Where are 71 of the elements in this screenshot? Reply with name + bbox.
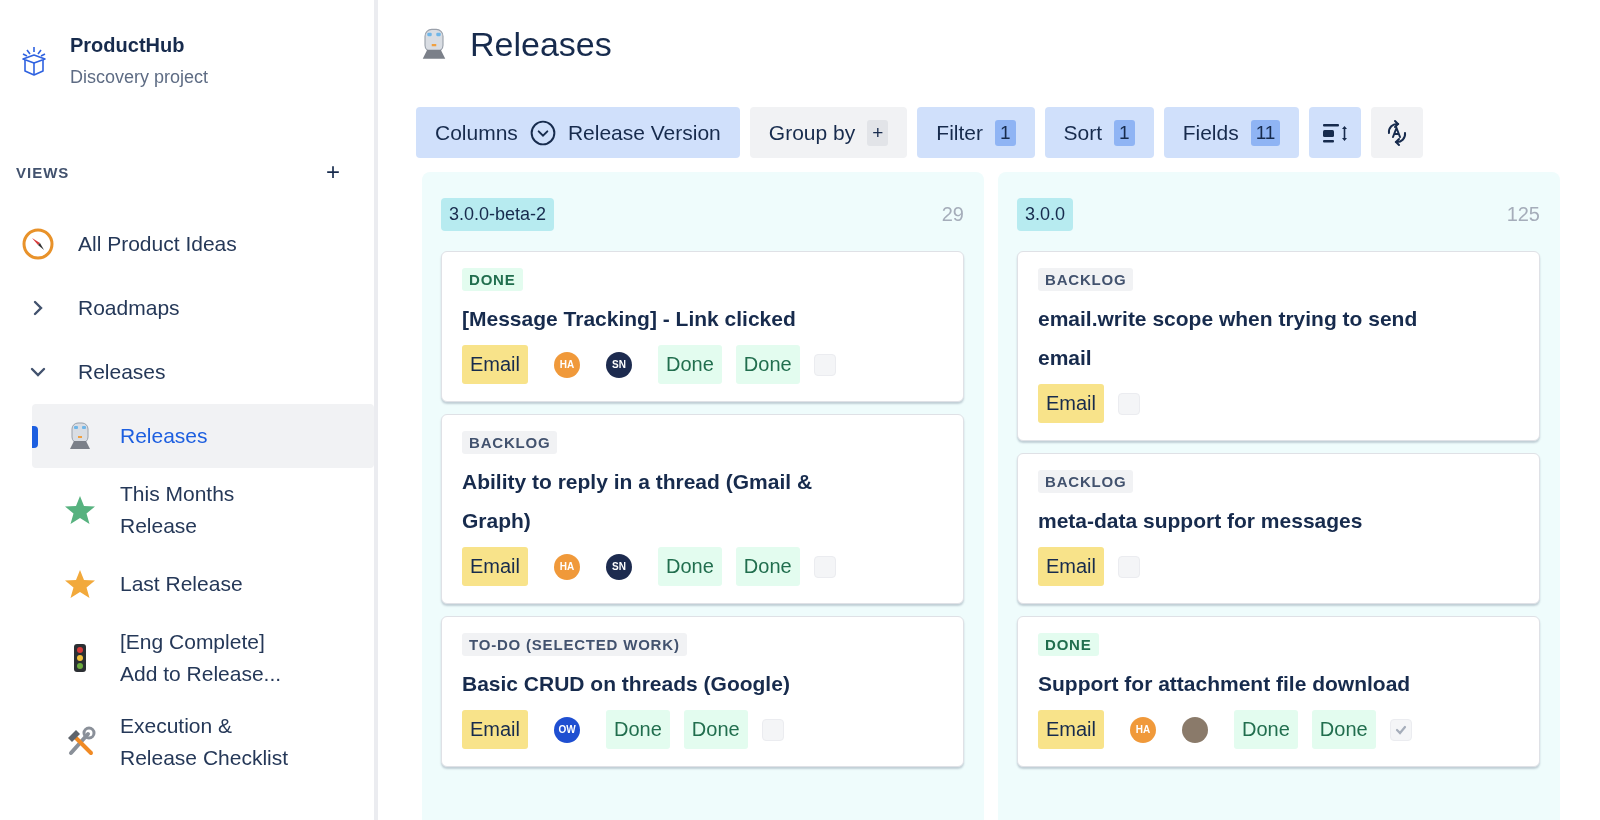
- nav-item[interactable]: Last Release: [32, 552, 374, 616]
- status-lozenge: BACKLOG: [462, 431, 558, 454]
- avatar: HA: [554, 351, 580, 378]
- nav-item[interactable]: [Eng Complete] Add to Release...: [32, 616, 374, 700]
- label-tag: Email: [462, 710, 528, 749]
- idea-card[interactable]: TO-DO (SELECTED WORK) Basic CRUD on threads (Google) Email OW Done Done: [441, 616, 964, 767]
- nav-item[interactable]: All Product Ideas: [0, 212, 374, 276]
- avatar: HA: [554, 553, 580, 580]
- page-title: Releases: [470, 24, 612, 64]
- selection-indicator: [32, 426, 38, 448]
- idea-card[interactable]: BACKLOG email.write scope when trying to send email Email: [1017, 251, 1540, 441]
- nav-item[interactable]: Releases: [0, 340, 374, 404]
- status-lozenge: DONE: [462, 268, 523, 291]
- auto-sort-button[interactable]: [1371, 107, 1424, 158]
- nav-item[interactable]: Releases: [32, 404, 374, 468]
- status-field: Done: [735, 547, 800, 586]
- item-count: 29: [941, 203, 964, 226]
- item-count: 125: [1506, 203, 1540, 226]
- group-by-button[interactable]: Group by +: [749, 107, 908, 158]
- version-tag: 3.0.0-beta-2: [441, 198, 555, 231]
- avatar: HA: [1130, 716, 1156, 743]
- count-badge: 1: [1114, 119, 1135, 146]
- avatar: SN: [606, 351, 632, 378]
- avatar: OW: [554, 716, 580, 743]
- row-height-button[interactable]: [1309, 107, 1362, 158]
- project-name: ProductHub: [70, 34, 186, 57]
- status-field: Done: [606, 710, 670, 749]
- toolbar-button[interactable]: Fields 11: [1163, 107, 1300, 158]
- label-tag: Email: [462, 345, 528, 384]
- columns-button[interactable]: Columns Release Version: [416, 107, 740, 158]
- idea-card[interactable]: DONE Support for attachment file download Email HA Done Done: [1017, 616, 1540, 767]
- nav-item[interactable]: Roadmaps: [0, 276, 374, 340]
- idea-card[interactable]: DONE [Message Tracking] - Link clicked Email HA SN Done Done: [441, 251, 964, 402]
- status-lozenge: BACKLOG: [1038, 470, 1134, 493]
- card-title: email.write scope when trying to send email: [1038, 306, 1419, 371]
- status-field: Done: [1311, 710, 1376, 749]
- card-title: Ability to reply in a thread (Gmail & Graph): [462, 469, 814, 534]
- count-badge: 1: [995, 119, 1016, 146]
- idea-card[interactable]: BACKLOG Ability to reply in a thread (Gmail & Graph) Email HA SN Done Done: [441, 414, 964, 604]
- idea-card[interactable]: BACKLOG meta-data support for messages Email: [1017, 453, 1540, 604]
- compass-icon: [22, 228, 54, 260]
- card-title: Support for attachment file download: [1038, 671, 1412, 697]
- status-field: Done: [683, 710, 748, 749]
- status-lozenge: TO-DO (SELECTED WORK): [462, 633, 687, 656]
- add-view-button[interactable]: +: [322, 158, 344, 186]
- status-lozenge: DONE: [1038, 633, 1099, 656]
- toolbar-button[interactable]: Sort 1: [1044, 107, 1154, 158]
- label-tag: Email: [1038, 547, 1104, 586]
- status-lozenge: BACKLOG: [1038, 268, 1134, 291]
- label-tag: Email: [1038, 710, 1104, 749]
- toolbar-button[interactable]: Filter 1: [917, 107, 1035, 158]
- count-badge: 11: [1250, 119, 1281, 146]
- avatar-photo-placeholder: [1182, 716, 1208, 743]
- chevron-circle-icon: [529, 119, 556, 146]
- card-title: meta-data support for messages: [1038, 508, 1364, 534]
- version-tag: 3.0.0: [1017, 198, 1074, 231]
- count-badge: +: [867, 119, 889, 146]
- section-heading: VIEWS: [16, 163, 70, 181]
- card-title: [Message Tracking] - Link clicked: [462, 306, 797, 332]
- avatar: SN: [606, 553, 632, 580]
- card-title: Basic CRUD on threads (Google): [462, 671, 791, 697]
- label-tag: Email: [462, 547, 528, 586]
- status-field: Done: [658, 345, 722, 384]
- project-type: Discovery project: [70, 67, 209, 88]
- nav-item[interactable]: Execution & Release Checklist: [32, 700, 374, 784]
- label-tag: Email: [1038, 384, 1104, 423]
- checkbox[interactable]: [1389, 718, 1412, 741]
- nav-item[interactable]: This Months Release: [32, 468, 374, 552]
- status-field: Done: [735, 345, 800, 384]
- status-field: Done: [658, 547, 722, 586]
- status-field: Done: [1234, 710, 1298, 749]
